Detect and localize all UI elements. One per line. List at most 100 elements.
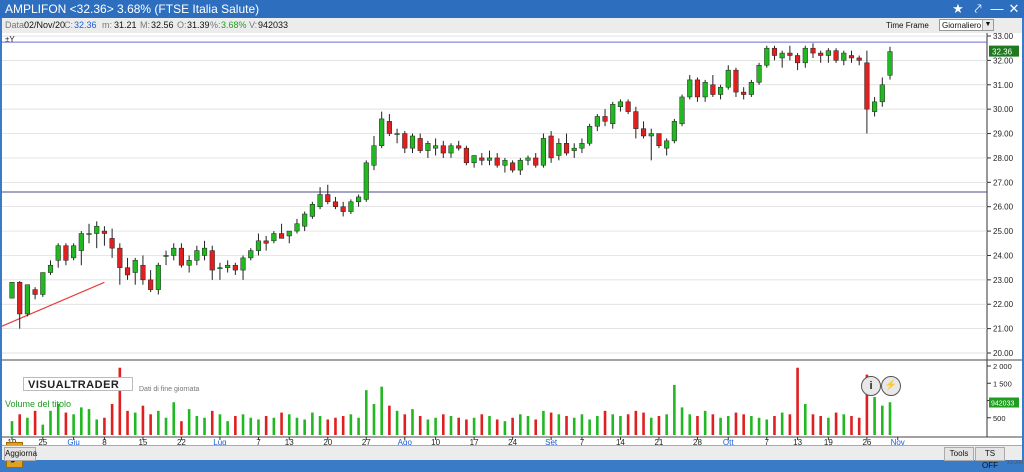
volume-bar (719, 417, 722, 435)
volume-bar (465, 419, 468, 435)
candle-body (409, 135, 416, 149)
volume-bar (711, 414, 715, 435)
candle-body (656, 133, 662, 146)
x-tick-label: 14 (616, 438, 625, 445)
volume-label: V: (249, 20, 258, 30)
volume-bar (850, 416, 853, 435)
volume-bar (549, 412, 553, 435)
volume-bar (842, 414, 846, 435)
close-value: 32.36 (74, 20, 97, 30)
tools-button[interactable]: Tools (944, 447, 974, 461)
volume-tick-label: 1 500 (993, 379, 1012, 388)
candle-body (525, 157, 531, 161)
candle-body (771, 47, 778, 56)
refresh-button[interactable]: Aggiorna (4, 447, 37, 461)
candle-body (163, 255, 169, 257)
volume-bar (110, 403, 114, 435)
candle-body (756, 65, 762, 83)
volume-bar (503, 421, 507, 435)
candle-body (602, 116, 608, 122)
candle-body (825, 50, 831, 56)
volume-bar (596, 416, 599, 435)
volume-bar (742, 414, 745, 435)
candle-body (402, 133, 408, 149)
visualtrader-logo: VISUALTRADER (23, 377, 133, 391)
candle-body (24, 284, 30, 315)
x-tick-label: 20 (323, 438, 332, 445)
volume-bar (257, 419, 260, 435)
candle-body (263, 240, 269, 244)
x-tick-label: 21 (654, 438, 663, 445)
volume-bar (757, 417, 761, 435)
candle-body (340, 206, 346, 212)
star-icon[interactable]: ★ (948, 0, 968, 18)
volume-bar (241, 414, 245, 435)
candle-body (225, 264, 231, 268)
candle-body (32, 289, 38, 295)
ts-off-button[interactable]: TS OFF (975, 447, 1005, 470)
volume-bar (873, 397, 876, 435)
max-label: M: (140, 20, 150, 30)
candle-body (155, 264, 161, 290)
chevron-down-icon[interactable]: ▼ (982, 20, 993, 30)
volume-bar (80, 407, 83, 435)
volume-bar (796, 367, 799, 435)
volume-bar (634, 410, 638, 435)
candle-body (540, 138, 546, 166)
candle-body (594, 116, 600, 127)
volume-bar (64, 412, 68, 435)
volume-bar (126, 410, 129, 435)
candle-body (617, 101, 623, 107)
volume-bar (703, 410, 707, 435)
volume-bar (734, 412, 738, 435)
timeframe-label: Time Frame (886, 21, 929, 30)
logo-note: Dati di fine giornata (139, 386, 200, 393)
candle-body (94, 225, 100, 234)
candle-body (687, 79, 693, 98)
volume-bar (395, 410, 399, 435)
volume-bar (226, 421, 229, 435)
wrench-icon[interactable]: ⤤ (968, 0, 988, 18)
min-value: 31.21 (114, 20, 137, 30)
candle-body (748, 82, 754, 95)
volume-bar (557, 414, 561, 435)
y-tick-label: 22.00 (993, 300, 1014, 309)
candle-body (317, 194, 323, 207)
x-tick-label: 7 (765, 438, 770, 445)
candle-body (194, 250, 200, 261)
y-tick-label: 28.00 (993, 154, 1014, 163)
candle-body (417, 138, 423, 151)
chart-area[interactable]: 20.00 21.00 22.00 23.00 24.00 25.00 26.00 27.00… (1, 32, 1023, 468)
candle-body (571, 147, 577, 151)
candle-body (879, 84, 885, 103)
candle-body (710, 84, 716, 95)
volume-bar (888, 402, 892, 435)
x-tick-label: 19 (824, 438, 833, 445)
volume-bar (603, 410, 607, 435)
volume-tick-label: 500 (993, 414, 1006, 423)
candle-body (548, 135, 554, 159)
candle-body (579, 143, 585, 149)
y-tick-label: 32.00 (993, 56, 1014, 65)
volume-bar (457, 417, 461, 435)
x-tick-label: Lug (213, 438, 226, 445)
candle-body (718, 86, 724, 95)
candle-body (55, 245, 61, 261)
volume-bar (295, 417, 299, 435)
candle-body (356, 196, 362, 203)
candle-body (448, 145, 454, 154)
volume-bar (403, 414, 407, 435)
close-icon[interactable]: ✕ (1004, 0, 1024, 18)
candle-body (633, 111, 639, 129)
candle-body (795, 55, 801, 64)
volume-bar (765, 419, 769, 435)
info-button[interactable]: i (861, 376, 881, 396)
status-bar: Aggiorna Tools TS OFF (2, 445, 1022, 470)
candle-body (433, 145, 439, 149)
bolt-button[interactable]: ⚡ (881, 376, 901, 396)
candle-body (132, 260, 138, 273)
candle-body (810, 47, 816, 54)
x-tick-label: Nov (891, 438, 905, 445)
quote-info-bar: Data: 02/Nov/20 C: 32.36 m: 31.21 M: 32.… (2, 18, 1022, 34)
timeframe-select[interactable]: Giornaliero ▼ (939, 19, 994, 31)
